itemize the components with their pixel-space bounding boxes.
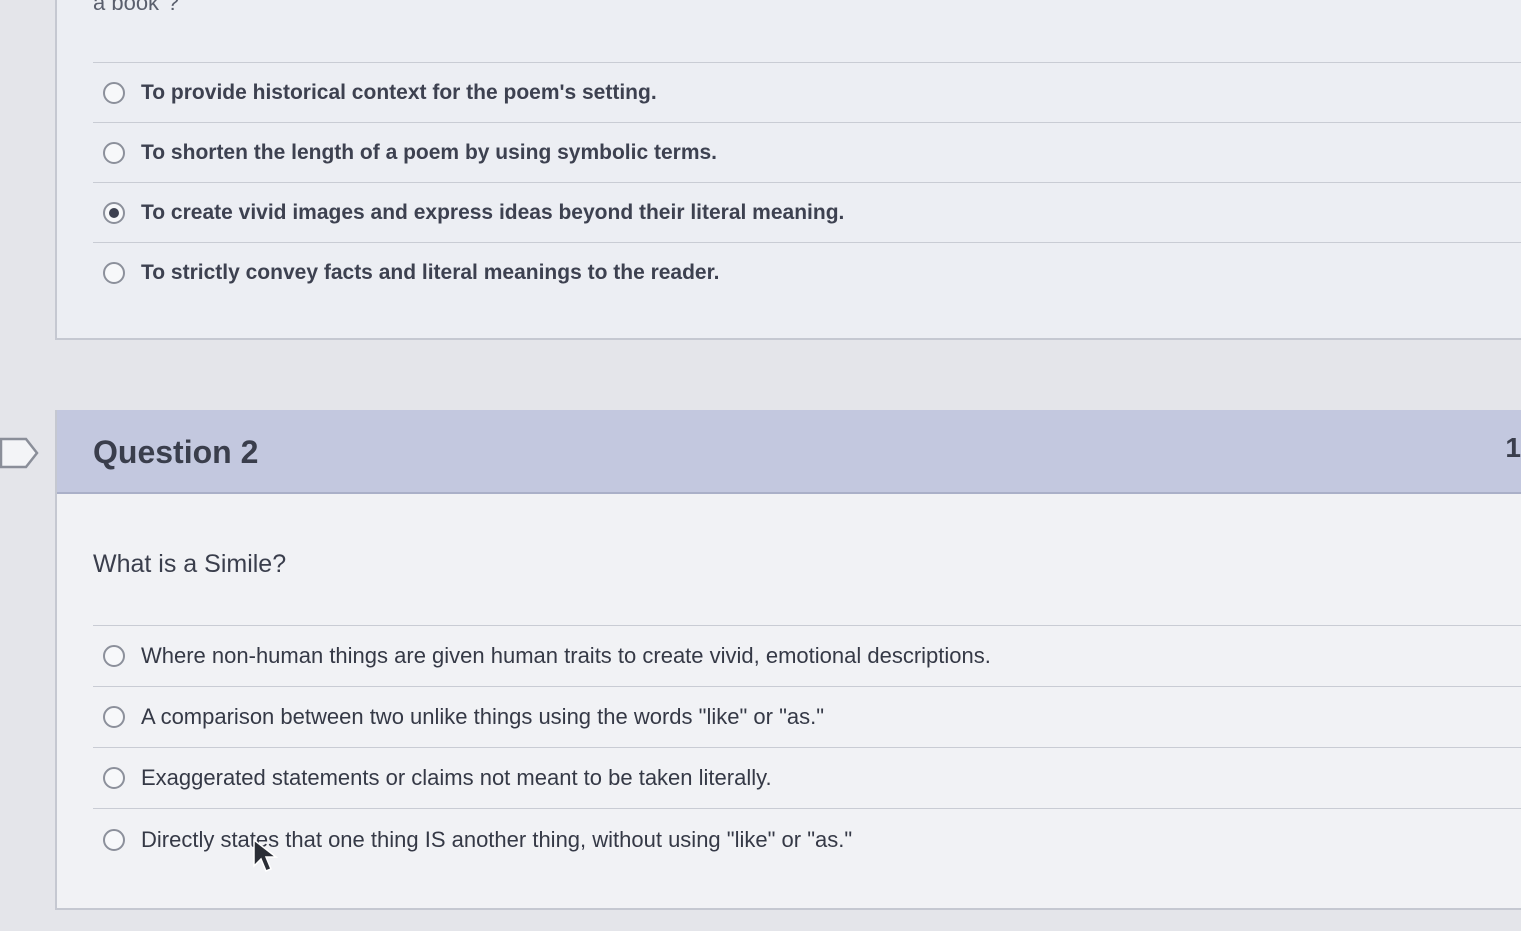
answer-option[interactable]: A comparison between two unlike things u… <box>93 687 1521 748</box>
question-2-panel: Question 2 1 What is a Simile? Where non… <box>55 410 1521 910</box>
answer-label: To strictly convey facts and literal mea… <box>141 261 720 284</box>
radio-button[interactable] <box>103 828 125 851</box>
answer-label: To create vivid images and express ideas… <box>141 200 845 224</box>
quiz-page: a book"? To provide historical context f… <box>0 0 1521 931</box>
answer-option-selected[interactable]: To create vivid images and express ideas… <box>93 183 1521 243</box>
question-prompt: What is a Simile? <box>93 550 287 578</box>
question-points: 1 <box>1505 432 1521 463</box>
answer-option[interactable]: Where non-human things are given human t… <box>93 626 1521 687</box>
radio-button[interactable] <box>103 81 125 104</box>
answer-option[interactable]: To shorten the length of a poem by using… <box>93 123 1521 183</box>
answer-option[interactable]: To strictly convey facts and literal mea… <box>93 243 1521 303</box>
question-1-answers: To provide historical context for the po… <box>93 63 1521 303</box>
answer-option[interactable]: To provide historical context for the po… <box>93 63 1521 123</box>
answer-label: Exaggerated statements or claims not mea… <box>141 765 772 790</box>
question-1-panel: a book"? To provide historical context f… <box>55 0 1521 340</box>
radio-button[interactable] <box>103 262 125 284</box>
answer-label: To shorten the length of a poem by using… <box>141 140 718 164</box>
radio-button[interactable] <box>103 141 125 164</box>
answer-label: A comparison between two unlike things u… <box>141 704 825 729</box>
answer-label: Where non-human things are given human t… <box>141 643 991 668</box>
radio-button[interactable] <box>103 645 125 667</box>
question-2-answers: Where non-human things are given human t… <box>93 626 1521 870</box>
question-1-prompt: a book"? <box>93 0 180 15</box>
answer-label: To provide historical context for the po… <box>141 80 657 104</box>
radio-button[interactable] <box>103 706 125 728</box>
radio-button[interactable] <box>103 767 125 789</box>
answer-option[interactable]: Directly states that one thing IS anothe… <box>93 809 1521 870</box>
answer-option[interactable]: Exaggerated statements or claims not mea… <box>93 748 1521 809</box>
answer-label: Directly states that one thing IS anothe… <box>141 826 853 852</box>
mouse-pointer-icon <box>253 838 278 872</box>
question-title: Question 2 <box>93 434 259 470</box>
question-header: Question 2 1 <box>57 410 1521 494</box>
flag-question-icon[interactable] <box>0 436 40 470</box>
radio-button-selected[interactable] <box>103 201 125 224</box>
